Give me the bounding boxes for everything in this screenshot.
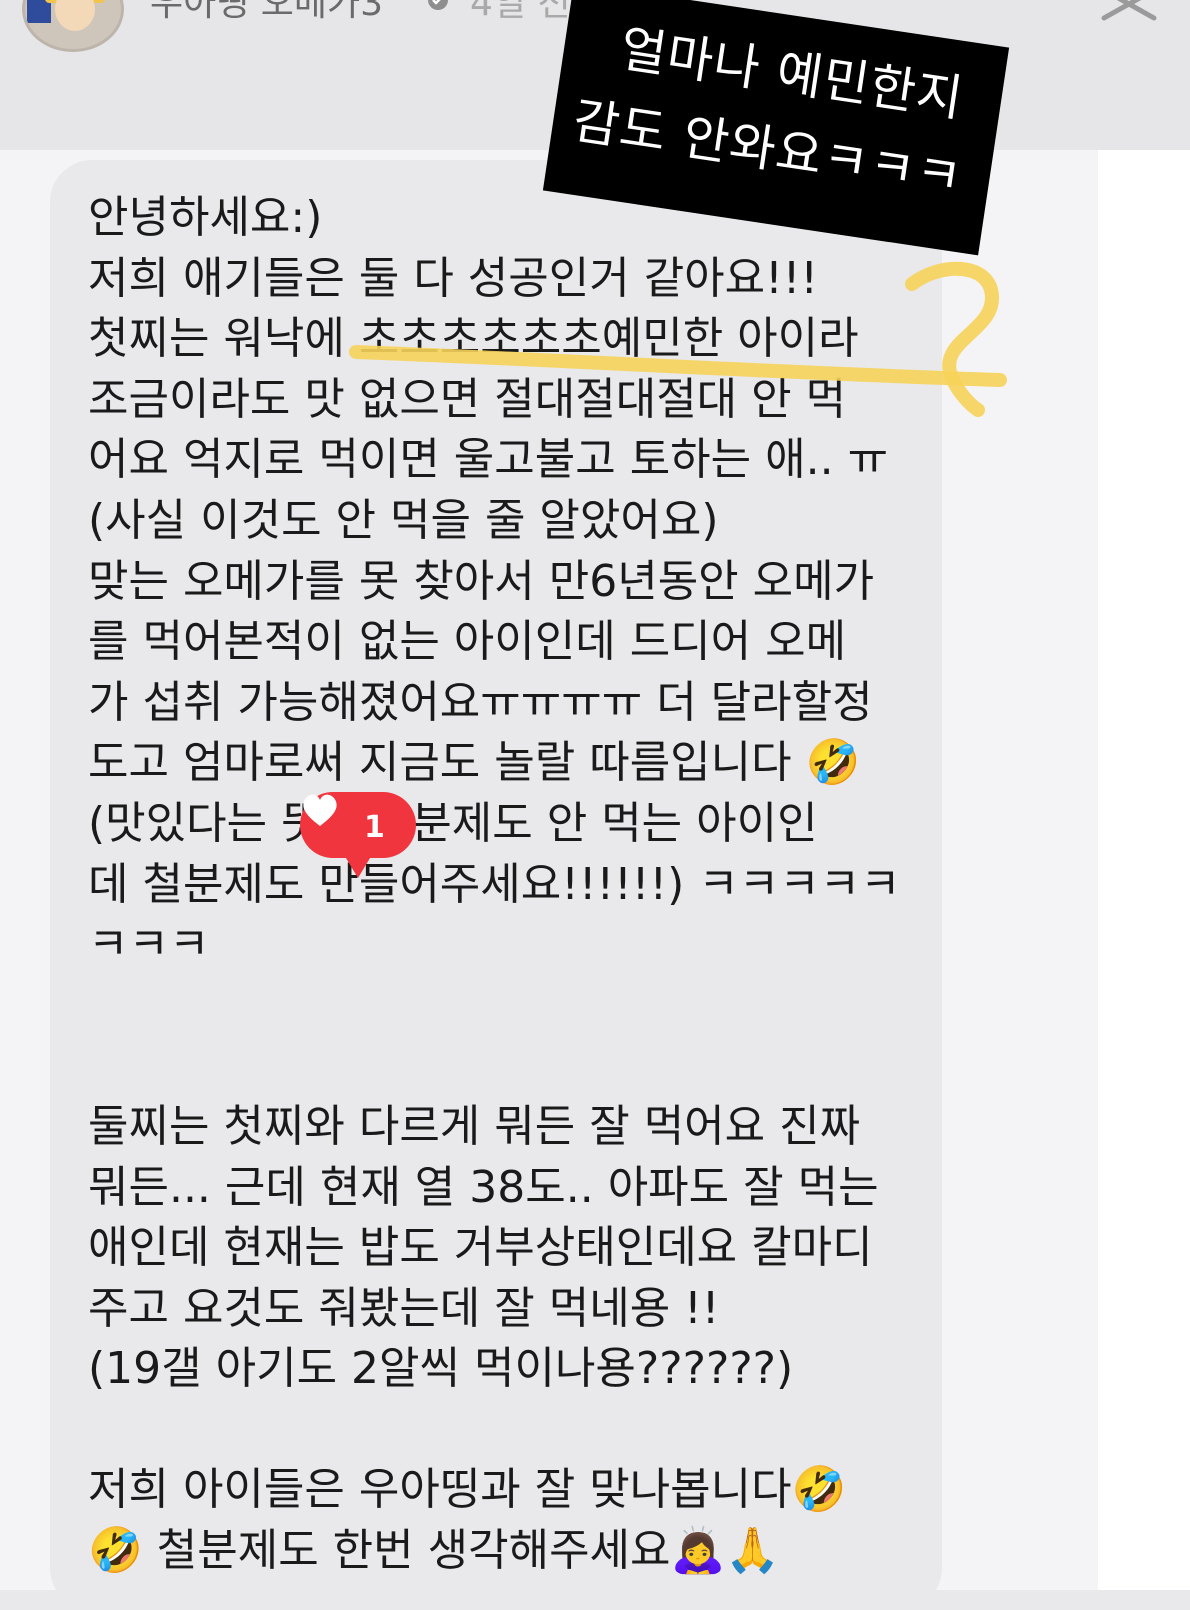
story-right-margin xyxy=(1098,150,1190,1590)
heart-icon xyxy=(303,794,337,826)
story-time: 4일 전 xyxy=(470,0,571,24)
message-text: 안녕하세요:) 저희 애기들은 둘 다 성공인거 같아요!!! 첫찌는 워낙에 … xyxy=(88,192,901,1577)
close-icon[interactable] xyxy=(1094,0,1164,30)
username[interactable]: 우아띵 오메가3 xyxy=(150,0,383,26)
more-options-icon[interactable]: ··· xyxy=(978,0,1028,16)
reaction-count: 1 xyxy=(364,810,385,845)
reaction-badge[interactable]: 1 xyxy=(300,792,416,882)
verified-badge-icon xyxy=(428,0,448,10)
avatar[interactable] xyxy=(22,0,124,52)
